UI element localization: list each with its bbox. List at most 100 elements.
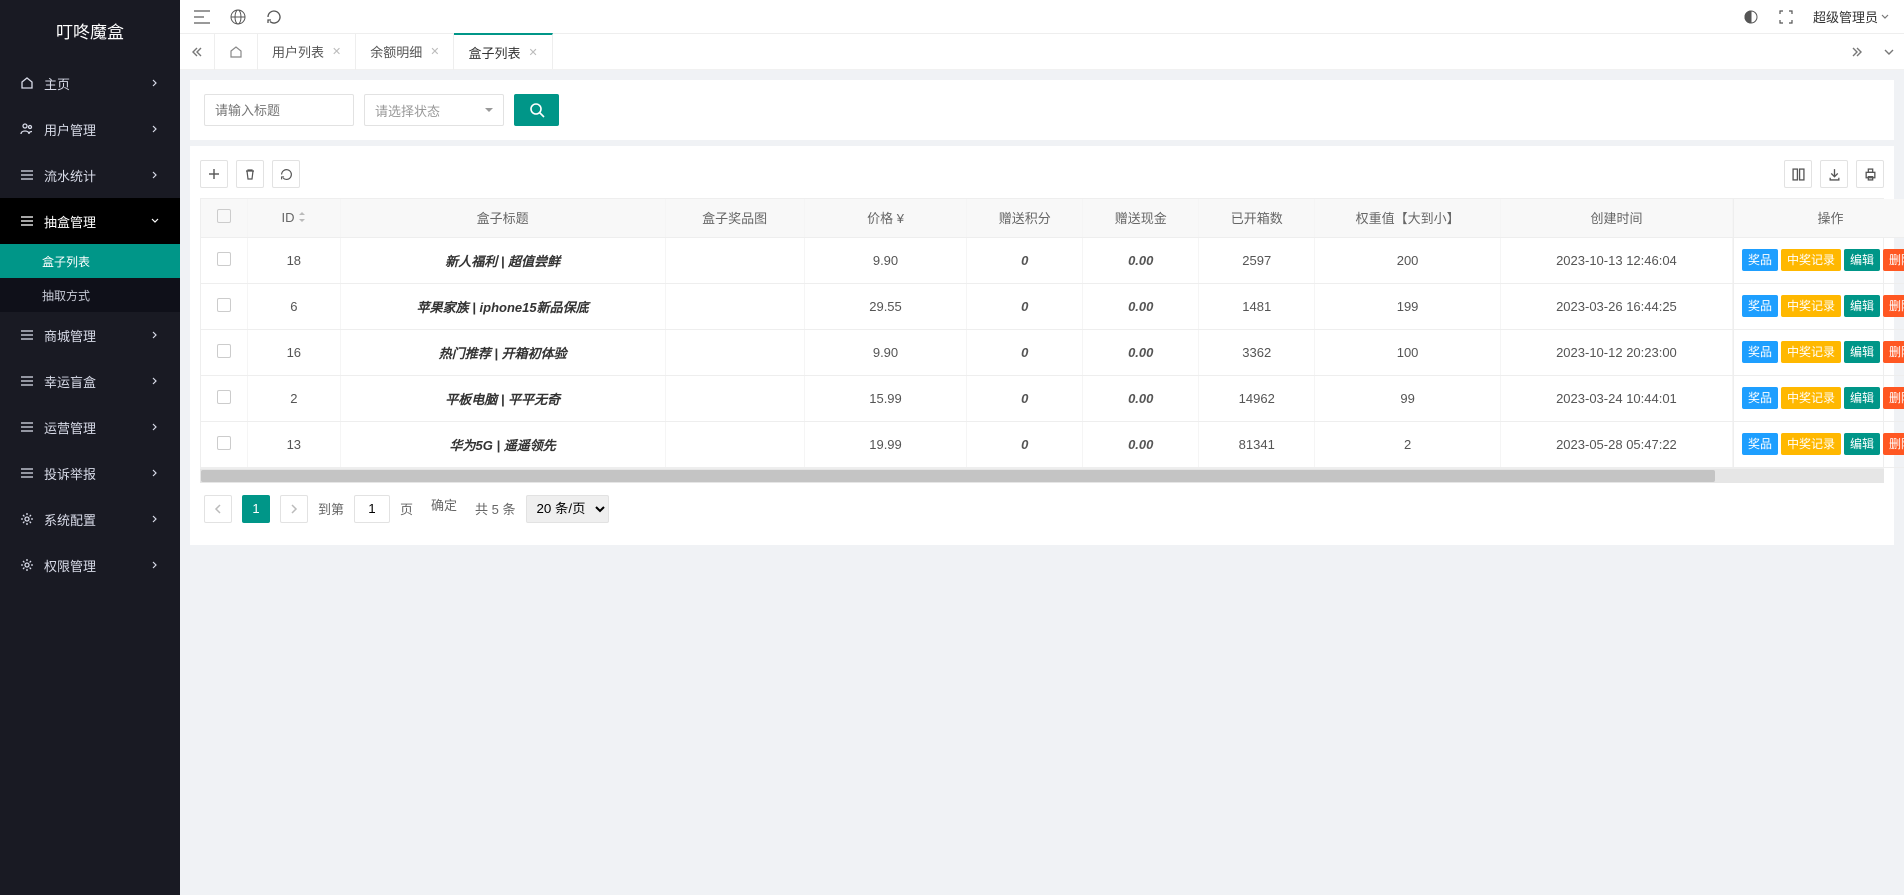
export-button[interactable] [1820,160,1848,188]
cell-cash: 0.00 [1083,421,1199,467]
edit-button[interactable]: 编辑 [1844,249,1880,271]
cell-created: 2023-05-28 05:47:22 [1500,421,1732,467]
cell-created: 2023-03-26 16:44:25 [1500,283,1732,329]
fullscreen-icon[interactable] [1779,10,1793,24]
sidebar-item-0[interactable]: 主页 [0,60,180,106]
cell-price: 29.55 [804,283,966,329]
cell-price: 19.99 [804,421,966,467]
search-button[interactable] [514,94,559,126]
record-button[interactable]: 中奖记录 [1781,295,1841,317]
sidebar-item-6[interactable]: 运营管理 [0,404,180,450]
page-size-select[interactable]: 20 条/页 [526,495,609,523]
status-placeholder: 请选择状态 [375,101,440,120]
sidebar-subitem-3-0[interactable]: 盒子列表 [0,244,180,278]
prize-button[interactable]: 奖品 [1742,341,1778,363]
print-icon [1864,168,1877,181]
cell-img [665,329,804,375]
sidebar-label: 幸运盲盒 [44,372,96,391]
sort-icon[interactable] [298,212,306,222]
prize-button[interactable]: 奖品 [1742,433,1778,455]
edit-button[interactable]: 编辑 [1844,387,1880,409]
record-button[interactable]: 中奖记录 [1781,249,1841,271]
close-icon[interactable]: ✕ [332,45,341,58]
tabs-scroll-left[interactable] [180,46,214,58]
prize-button[interactable]: 奖品 [1742,387,1778,409]
sidebar-item-1[interactable]: 用户管理 [0,106,180,152]
delete-row-button[interactable]: 删除 [1883,387,1904,409]
current-page[interactable]: 1 [242,495,270,523]
columns-button[interactable] [1784,160,1812,188]
delete-row-button[interactable]: 删除 [1883,433,1904,455]
col-opened: 已开箱数 [1199,199,1315,237]
goto-confirm-button[interactable]: 确定 [423,495,465,523]
status-select[interactable]: 请选择状态 [364,94,504,126]
tab-home[interactable] [214,34,258,70]
chevron-icon [150,558,160,573]
cell-points: 0 [967,329,1083,375]
cell-img [665,283,804,329]
record-button[interactable]: 中奖记录 [1781,341,1841,363]
close-icon[interactable]: ✕ [528,46,537,59]
prize-button[interactable]: 奖品 [1742,295,1778,317]
title-input[interactable] [204,94,354,126]
record-button[interactable]: 中奖记录 [1781,387,1841,409]
delete-button[interactable] [236,160,264,188]
edit-button[interactable]: 编辑 [1844,433,1880,455]
next-page-button[interactable] [280,495,308,523]
chevron-icon [150,122,160,137]
sidebar-item-8[interactable]: 系统配置 [0,496,180,542]
list-icon [20,328,34,342]
horizontal-scrollbar[interactable] [200,469,1884,483]
delete-row-button[interactable]: 删除 [1883,295,1904,317]
sidebar-item-3[interactable]: 抽盒管理 [0,198,180,244]
delete-row-button[interactable]: 删除 [1883,249,1904,271]
sidebar-item-2[interactable]: 流水统计 [0,152,180,198]
goto-label: 到第 [318,499,344,518]
tabs-scroll-right[interactable] [1840,46,1874,58]
menu-toggle-icon[interactable] [194,10,210,24]
tab-2[interactable]: 盒子列表✕ [454,33,552,69]
print-button[interactable] [1856,160,1884,188]
edit-button[interactable]: 编辑 [1844,341,1880,363]
sidebar-item-9[interactable]: 权限管理 [0,542,180,588]
chevron-left-icon [214,504,222,514]
prev-page-button[interactable] [204,495,232,523]
refresh-icon[interactable] [266,9,282,25]
delete-row-button[interactable]: 删除 [1883,341,1904,363]
prize-button[interactable]: 奖品 [1742,249,1778,271]
cell-img [665,421,804,467]
tab-1[interactable]: 余额明细✕ [356,34,454,70]
add-button[interactable] [200,160,228,188]
export-icon [1828,168,1841,181]
select-all-checkbox[interactable] [217,209,231,223]
goto-input[interactable] [354,495,390,523]
sidebar-subitem-3-1[interactable]: 抽取方式 [0,278,180,312]
edit-button[interactable]: 编辑 [1844,295,1880,317]
row-checkbox[interactable] [217,390,231,404]
cell-cash: 0.00 [1083,375,1199,421]
globe-icon[interactable] [230,9,246,25]
sidebar-item-5[interactable]: 幸运盲盒 [0,358,180,404]
close-icon[interactable]: ✕ [430,45,439,58]
col-created: 创建时间 [1500,199,1732,237]
cell-opened: 2597 [1199,237,1315,283]
plus-icon [208,168,220,180]
row-checkbox[interactable] [217,344,231,358]
cell-id: 13 [247,421,340,467]
user-dropdown[interactable]: 超级管理员 [1813,7,1890,26]
tabs-dropdown[interactable] [1874,46,1904,58]
refresh-table-button[interactable] [272,160,300,188]
sidebar-label: 商城管理 [44,326,96,345]
cell-weight: 2 [1315,421,1501,467]
sidebar: 叮咚魔盒 主页用户管理流水统计抽盒管理盒子列表抽取方式商城管理幸运盲盒运营管理投… [0,0,180,895]
record-button[interactable]: 中奖记录 [1781,433,1841,455]
row-checkbox[interactable] [217,298,231,312]
row-checkbox[interactable] [217,436,231,450]
cell-price: 9.90 [804,329,966,375]
sidebar-label: 权限管理 [44,556,96,575]
theme-icon[interactable] [1743,9,1759,25]
tab-0[interactable]: 用户列表✕ [258,34,356,70]
sidebar-item-4[interactable]: 商城管理 [0,312,180,358]
sidebar-item-7[interactable]: 投诉举报 [0,450,180,496]
row-checkbox[interactable] [217,252,231,266]
